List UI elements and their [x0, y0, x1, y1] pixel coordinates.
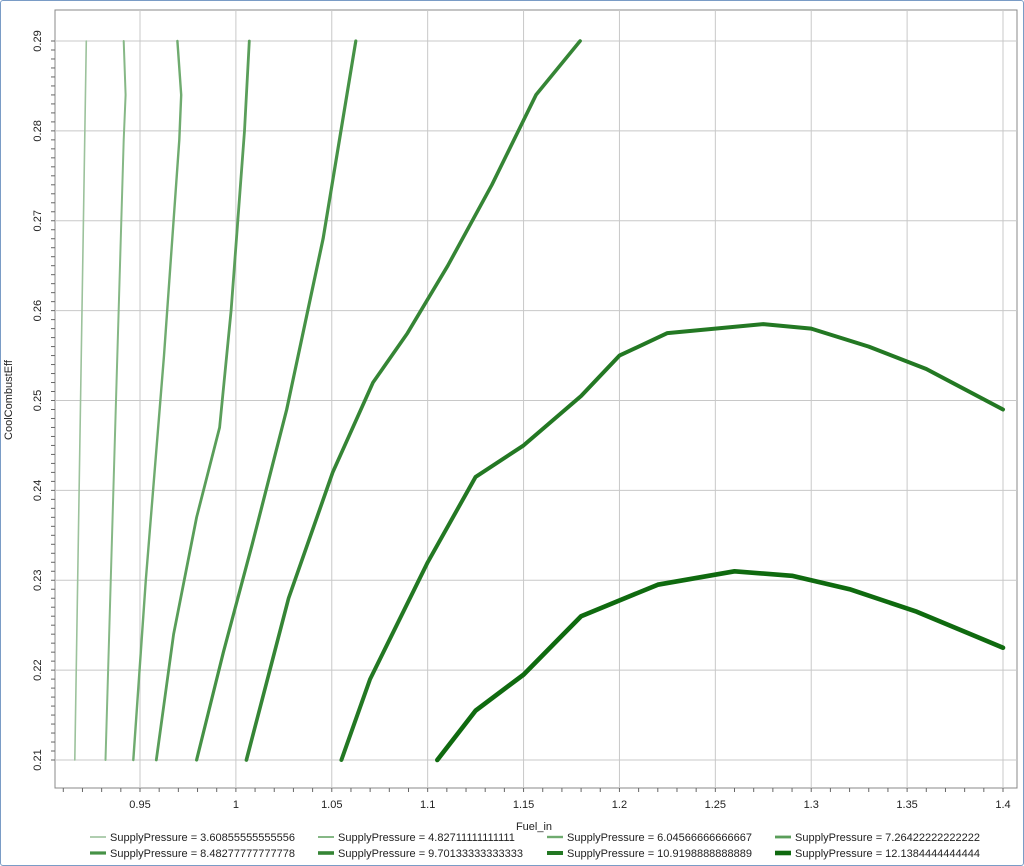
x-tick-label: 1.1 — [420, 799, 435, 811]
x-axis-ticks: 0.95 1 1.05 1.1 1.15 1.2 1.25 1.3 1.35 1.4 — [62, 788, 1011, 811]
y-tick-label: 0.29 — [32, 30, 44, 51]
x-tick-label: 1.2 — [612, 799, 627, 811]
y-axis-title: CoolCombustEff — [3, 359, 15, 440]
y-tick-label: 0.24 — [32, 480, 44, 501]
legend-entry: SupplyPressure = 7.26422222222222 — [775, 832, 980, 844]
legend-entry: SupplyPressure = 10.9198888888889 — [547, 848, 752, 860]
legend: SupplyPressure = 3.60855555555556 SupplyP… — [90, 832, 980, 860]
x-tick-label: 0.95 — [129, 799, 150, 811]
contour-chart: 0.95 1 1.05 1.1 1.15 1.2 1.25 1.3 1.35 1.4 0.210.… — [3, 9, 1018, 860]
x-tick-label: 1.05 — [321, 799, 342, 811]
x-tick-label: 1 — [233, 799, 239, 811]
x-tick-label: 1.4 — [995, 799, 1010, 811]
x-tick-label: 1.3 — [804, 799, 819, 811]
x-axis-title: Fuel_in — [516, 821, 552, 833]
x-tick-label: 1.35 — [896, 799, 917, 811]
legend-label: SupplyPressure = 6.04566666666667 — [567, 832, 752, 844]
legend-entry: SupplyPressure = 8.48277777777778 — [90, 848, 295, 860]
legend-label: SupplyPressure = 8.48277777777778 — [110, 848, 295, 860]
legend-label: SupplyPressure = 12.1384444444444 — [795, 848, 980, 860]
legend-label: SupplyPressure = 9.70133333333333 — [338, 848, 523, 860]
y-tick-label: 0.25 — [32, 390, 44, 411]
y-tick-label: 0.22 — [32, 659, 44, 680]
legend-entry: SupplyPressure = 6.04566666666667 — [547, 832, 752, 844]
legend-label: SupplyPressure = 4.82711111111111 — [338, 832, 515, 844]
legend-entry: SupplyPressure = 4.82711111111111 — [318, 832, 515, 844]
legend-entry: SupplyPressure = 9.70133333333333 — [318, 848, 523, 860]
x-tick-label: 1.15 — [513, 799, 534, 811]
y-tick-label: 0.28 — [32, 120, 44, 141]
y-tick-label: 0.27 — [32, 210, 44, 231]
y-tick-label: 0.26 — [32, 300, 44, 321]
legend-label: SupplyPressure = 7.26422222222222 — [795, 832, 980, 844]
legend-entry: SupplyPressure = 12.1384444444444 — [775, 848, 980, 860]
y-tick-label: 0.23 — [32, 570, 44, 591]
plot-area — [54, 9, 1018, 789]
legend-label: SupplyPressure = 10.9198888888889 — [567, 848, 752, 860]
y-axis-ticks: 0.21 0.22 0.23 0.24 0.25 0.26 0.27 0.28 0.29 — [32, 30, 55, 771]
x-tick-label: 1.25 — [705, 799, 726, 811]
y-tick-label: 0.21 — [32, 749, 44, 770]
legend-entry: SupplyPressure = 3.60855555555556 — [90, 832, 295, 844]
legend-label: SupplyPressure = 3.60855555555556 — [110, 832, 295, 844]
